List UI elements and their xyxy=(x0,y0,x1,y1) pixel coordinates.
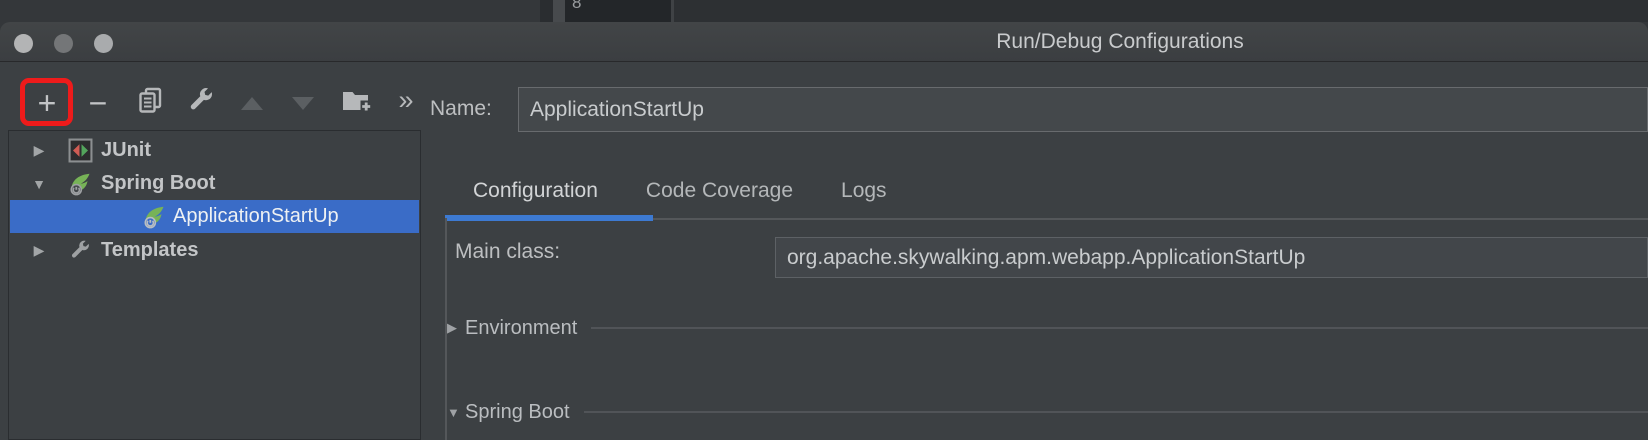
minus-icon: − xyxy=(89,85,108,121)
spring-boot-icon xyxy=(141,204,167,230)
tree-item-spring-boot[interactable]: ▼ Spring Boot xyxy=(10,167,419,200)
main-class-input[interactable] xyxy=(775,237,1648,278)
tab-code-coverage[interactable]: Code Coverage xyxy=(646,179,793,203)
add-button[interactable]: + xyxy=(29,85,65,121)
spring-boot-icon xyxy=(67,171,93,197)
arrow-down-icon xyxy=(292,97,314,110)
close-button[interactable] xyxy=(14,34,33,53)
editor-line-number: 8 xyxy=(572,0,581,13)
tree-item-label: JUnit xyxy=(101,139,151,162)
background-editor-strip: 8 xyxy=(0,0,1648,22)
junit-icon xyxy=(67,138,93,164)
main-class-label: Main class: xyxy=(455,240,560,264)
tree-item-label: Spring Boot xyxy=(101,172,215,195)
wrench-icon xyxy=(187,86,216,120)
remove-button[interactable]: − xyxy=(80,85,116,121)
more-actions-button[interactable]: » xyxy=(387,85,423,121)
chevron-right-icon: ▶ xyxy=(447,320,465,336)
section-label: Spring Boot xyxy=(465,401,570,424)
tab-bar: Configuration Code Coverage Logs xyxy=(473,179,887,203)
separator-line xyxy=(584,411,1648,413)
tree-item-applicationstartup[interactable]: ApplicationStartUp xyxy=(10,200,419,233)
new-folder-button[interactable] xyxy=(338,85,374,121)
chevron-down-icon: ▼ xyxy=(447,405,465,420)
plus-icon: + xyxy=(38,85,57,121)
zoom-button[interactable] xyxy=(94,34,113,53)
tree-item-junit[interactable]: ▶ JUnit xyxy=(10,134,419,167)
editor-gutter-divider xyxy=(540,0,553,22)
tab-logs[interactable]: Logs xyxy=(841,179,887,203)
name-label: Name: xyxy=(430,97,492,121)
copy-icon xyxy=(137,87,164,119)
name-input[interactable] xyxy=(518,87,1648,132)
panel-border-top xyxy=(653,218,1648,220)
tree-item-label: ApplicationStartUp xyxy=(173,205,339,228)
section-spring-boot[interactable]: ▼ Spring Boot xyxy=(447,400,1648,424)
wrench-icon xyxy=(67,238,93,264)
edit-templates-button[interactable] xyxy=(183,85,219,121)
tree-item-label: Templates xyxy=(101,239,198,262)
section-label: Environment xyxy=(465,317,577,340)
active-tab-indicator xyxy=(445,215,653,221)
copy-configuration-button[interactable] xyxy=(132,85,168,121)
move-down-button[interactable] xyxy=(285,85,321,121)
editor-area xyxy=(674,0,1648,22)
move-up-button[interactable] xyxy=(234,85,270,121)
configurations-tree: ▶ JUnit ▼ xyxy=(8,130,421,440)
tab-configuration[interactable]: Configuration xyxy=(473,179,598,203)
minimize-button[interactable] xyxy=(54,34,73,53)
section-environment[interactable]: ▶ Environment xyxy=(447,316,1648,340)
double-chevron-icon: » xyxy=(398,85,411,122)
dialog-title: Run/Debug Configurations xyxy=(996,30,1244,54)
separator-line xyxy=(591,327,1648,329)
chevron-down-icon[interactable]: ▼ xyxy=(28,176,50,192)
folder-plus-icon xyxy=(341,87,372,119)
chevron-right-icon[interactable]: ▶ xyxy=(28,142,50,159)
tree-item-templates[interactable]: ▶ Templates xyxy=(10,234,419,267)
chevron-right-icon[interactable]: ▶ xyxy=(28,242,50,259)
screen: 8 Run/Debug Configurations + − xyxy=(0,0,1648,440)
editor-scrollbar xyxy=(553,0,565,22)
title-bar[interactable]: Run/Debug Configurations xyxy=(0,22,1648,62)
run-debug-configurations-dialog: Run/Debug Configurations + − xyxy=(0,22,1648,440)
arrow-up-icon xyxy=(241,97,263,110)
editor-gutter: 8 xyxy=(565,0,671,22)
